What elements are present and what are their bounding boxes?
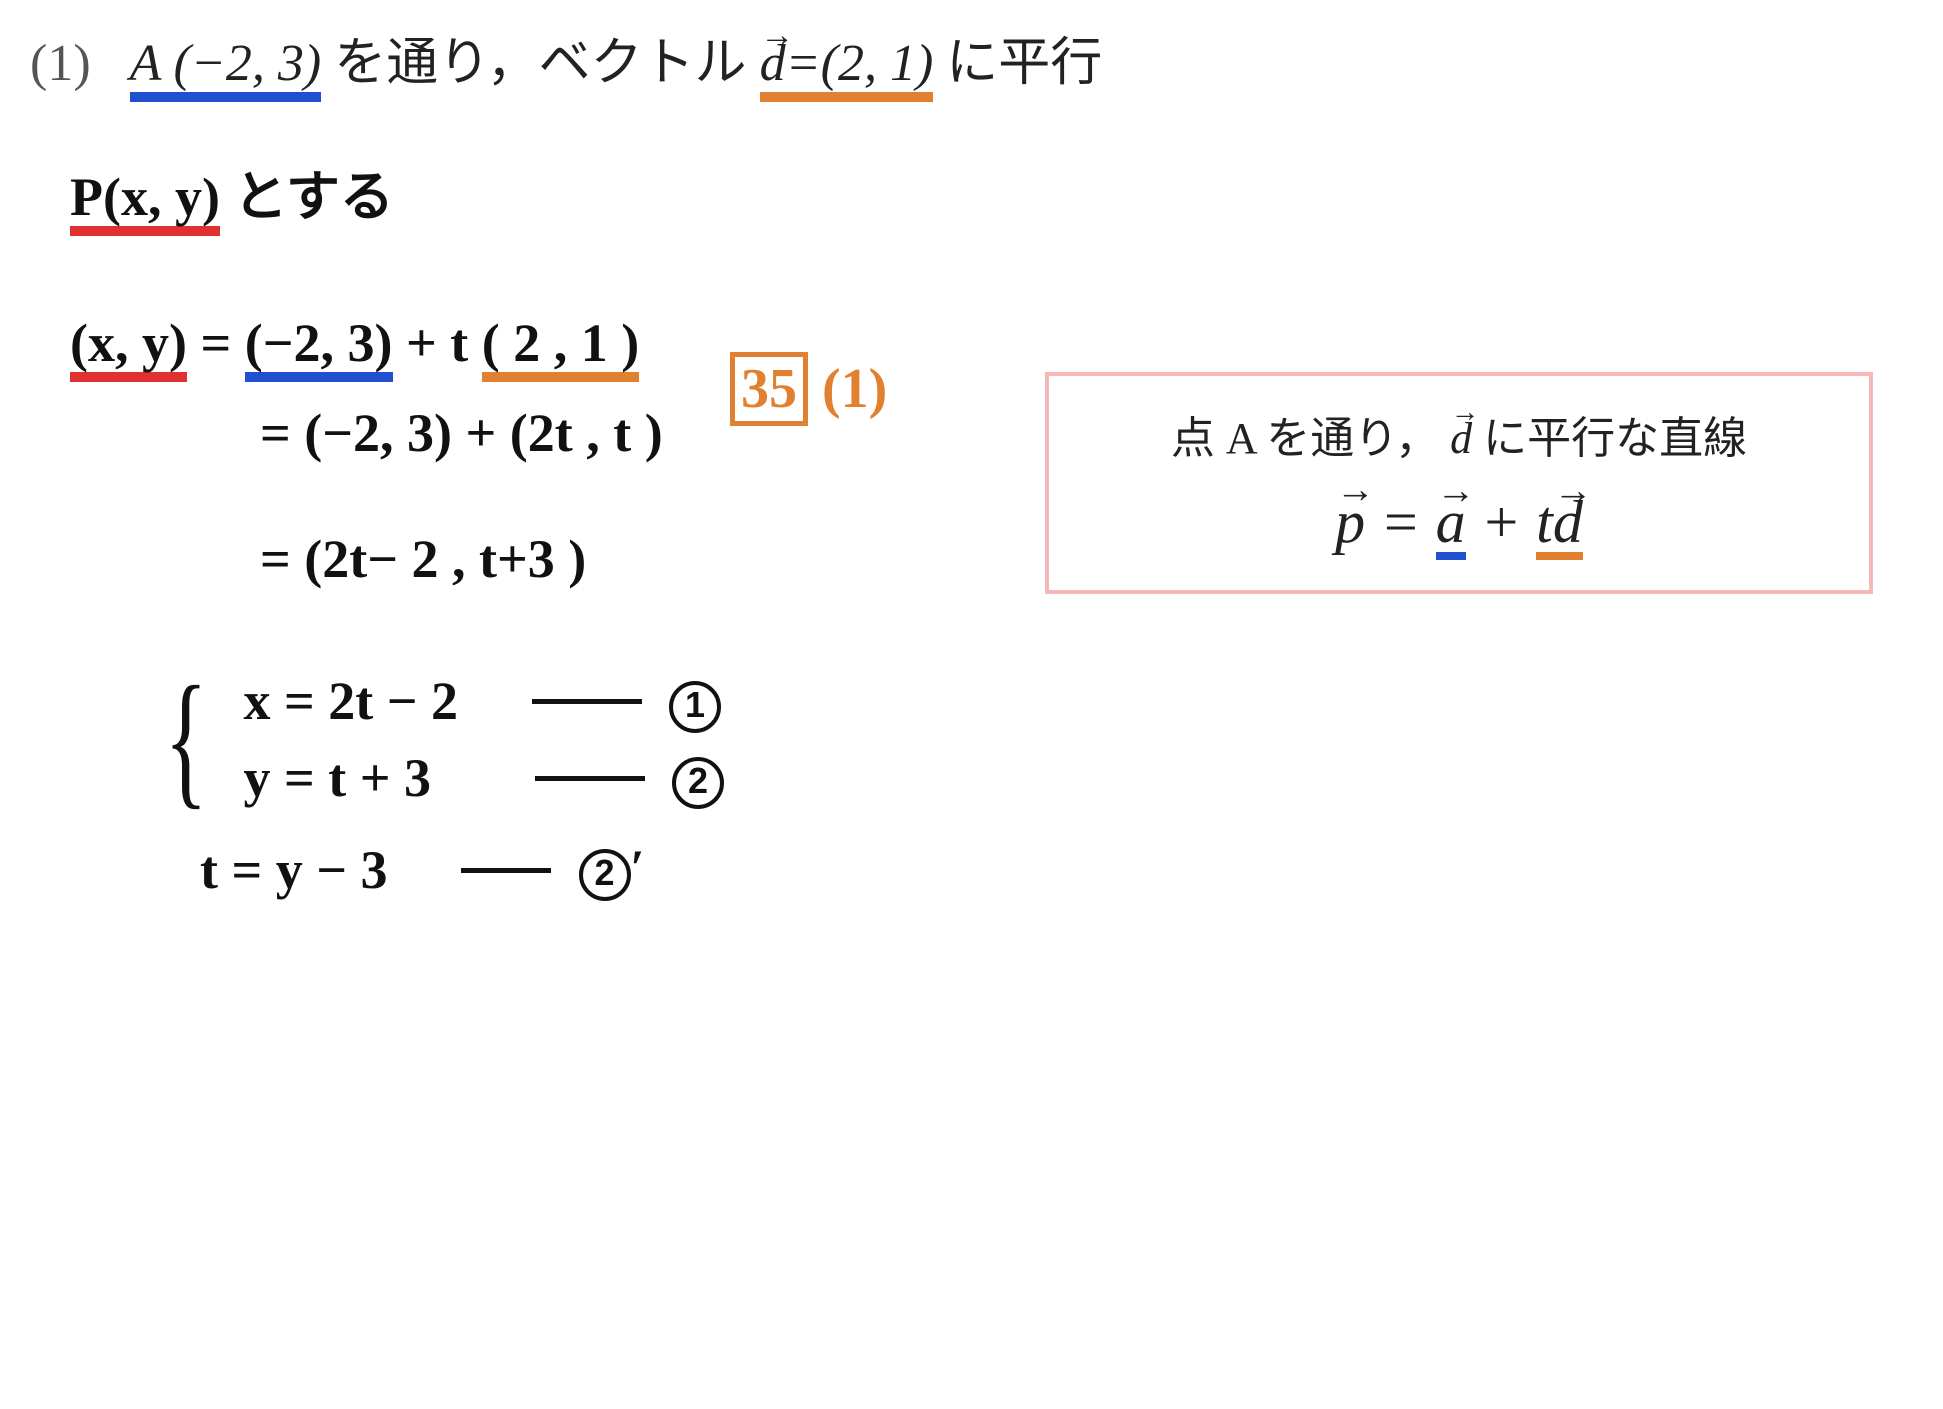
point-term: (−2, 3) [245, 316, 393, 382]
system-eq-1: x = 2t − 2 [244, 671, 459, 731]
P-xy: P(x, y) [70, 170, 220, 236]
to-suru: とする [233, 167, 393, 227]
formula-equation: p = a + td [1079, 488, 1839, 560]
formula-plus: + [1481, 489, 1537, 555]
prime-mark: ′ [631, 839, 645, 895]
circled-2-prime: 2 [579, 849, 631, 901]
equals-1: = [200, 313, 244, 373]
system-block: { x = 2t − 2 1 y = t + 3 2 [150, 660, 1913, 818]
vector-d-symbol: d [760, 38, 786, 90]
formula-text-1: 点 A を通り， [1171, 414, 1439, 463]
formula-box: 点 A を通り， d に平行な直線 p = a + td [1045, 372, 1873, 594]
t-expr: t = y − 3 [200, 840, 388, 900]
circled-2: 2 [672, 757, 724, 809]
formula-vec-d: d [1450, 413, 1472, 464]
plus-t: + t [406, 313, 482, 373]
reference-sub: (1) [822, 358, 887, 420]
dash-1 [532, 699, 642, 704]
brace-icon: { [164, 672, 207, 807]
vector-d: d=(2, 1) [760, 38, 934, 102]
dash-2 [535, 776, 645, 781]
reference-number: 35 [730, 352, 808, 426]
formula-eq-sign: = [1380, 489, 1436, 555]
step-define-P: P(x, y) とする [70, 162, 1913, 236]
circled-1: 1 [669, 681, 721, 733]
problem-statement: (1) A (−2, 3) を通り，ベクトル d=(2, 1) に平行 [30, 20, 1913, 102]
step-equation-1: (x, y) = (−2, 3) + t ( 2 , 1 ) [70, 308, 1913, 382]
reference-tag: 35 (1) [730, 352, 887, 426]
step-solve-t: t = y − 3 2′ [200, 835, 1913, 905]
work-area: 35 (1) 点 A を通り， d に平行な直線 p = a + td P(x,… [30, 162, 1913, 905]
formula-a: a [1436, 492, 1466, 552]
problem-text-1: を通り，ベクトル [334, 35, 759, 92]
formula-t: t [1536, 489, 1553, 555]
system-eq-2: y = t + 3 [244, 748, 432, 808]
lhs-xy: (x, y) [70, 316, 187, 382]
formula-text: 点 A を通り， d に平行な直線 [1079, 402, 1839, 466]
point-A: A (−2, 3) [130, 38, 322, 102]
vector-d-value: =(2, 1) [786, 35, 934, 92]
problem-text-2: に平行 [946, 35, 1102, 92]
formula-p: p [1335, 488, 1365, 557]
dash-3 [461, 868, 551, 873]
formula-d: d [1553, 492, 1583, 552]
formula-text-2: に平行な直線 [1483, 414, 1747, 463]
dir-term: ( 2 , 1 ) [482, 316, 639, 382]
question-number: (1) [30, 35, 91, 92]
